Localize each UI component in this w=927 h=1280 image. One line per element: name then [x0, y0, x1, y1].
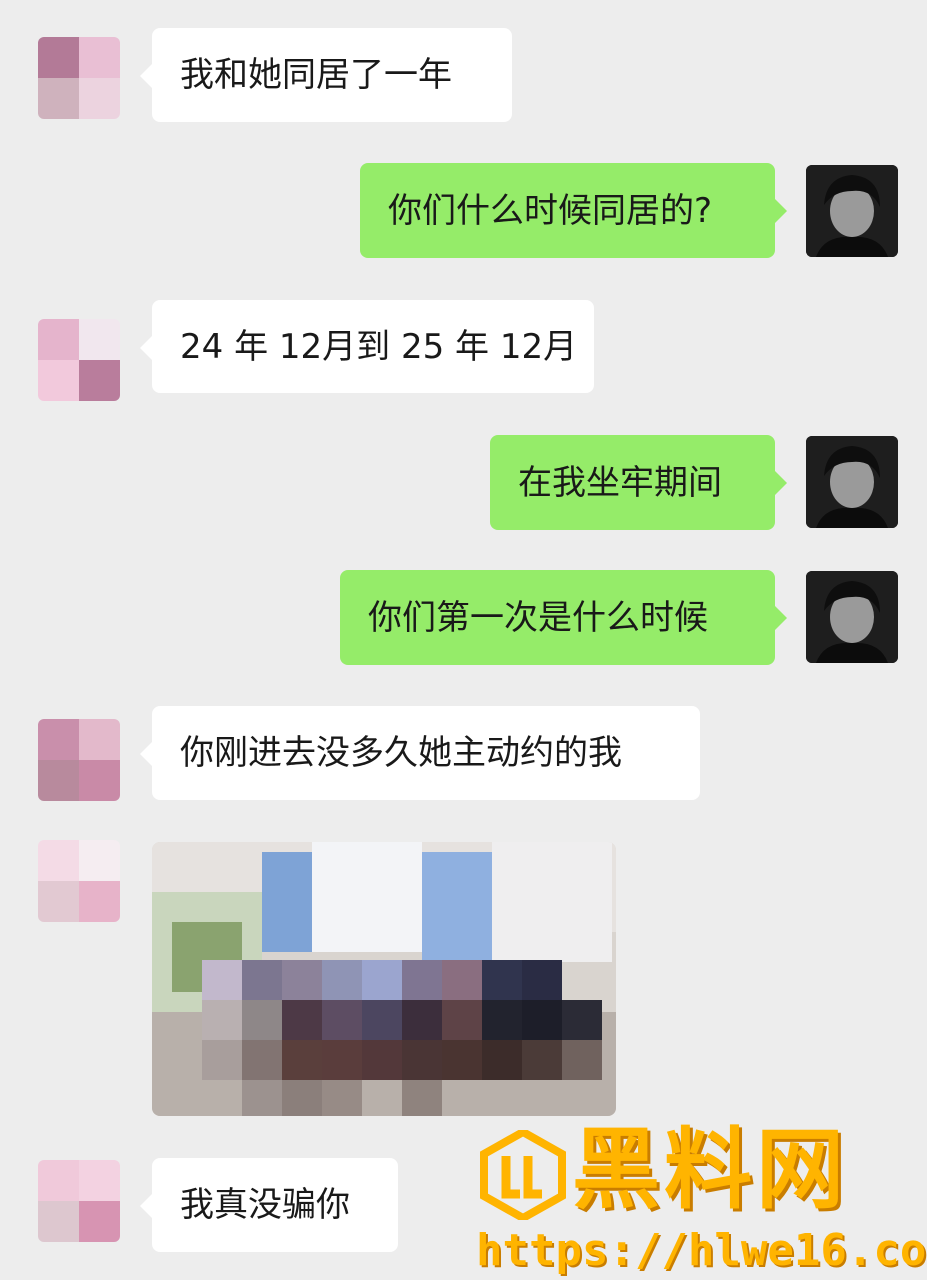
portrait-icon	[806, 165, 898, 257]
message-bubble[interactable]: 你们什么时候同居的?	[360, 163, 787, 258]
message-bubble[interactable]: 我真没骗你	[140, 1158, 398, 1252]
user-avatar[interactable]	[806, 165, 898, 257]
contact-avatar[interactable]	[38, 1160, 120, 1242]
portrait-icon	[806, 571, 898, 663]
contact-avatar[interactable]	[38, 319, 120, 401]
message-bubble[interactable]: 在我坐牢期间	[490, 435, 787, 530]
contact-avatar[interactable]	[38, 37, 120, 119]
message-bubble[interactable]: 你刚进去没多久她主动约的我	[140, 706, 700, 800]
pixelated-photo	[152, 842, 616, 1116]
message-bubble[interactable]: 我和她同居了一年	[140, 28, 512, 122]
message-bubble[interactable]: 24 年 12月到 25 年 12月	[140, 300, 594, 393]
portrait-icon	[806, 436, 898, 528]
image-message[interactable]	[152, 842, 616, 1116]
contact-avatar[interactable]	[38, 719, 120, 801]
watermark-title: 黑料网	[572, 1118, 849, 1221]
user-avatar[interactable]	[806, 571, 898, 663]
watermark-url: https://hlwe16.com	[476, 1225, 927, 1276]
user-avatar[interactable]	[806, 436, 898, 528]
contact-avatar[interactable]	[38, 840, 120, 922]
message-bubble[interactable]: 你们第一次是什么时候	[340, 570, 787, 665]
watermark-logo-icon	[480, 1127, 566, 1224]
